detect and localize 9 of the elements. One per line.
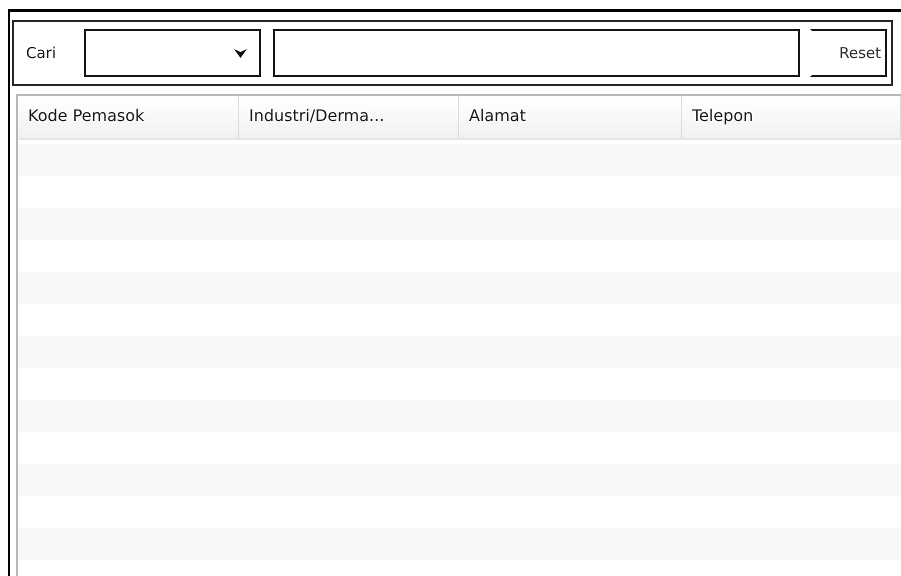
column-header[interactable]: Kode Pemasok [18, 96, 239, 138]
search-label: Cari [26, 44, 57, 62]
search-field[interactable] [273, 29, 800, 77]
column-header[interactable]: Telepon [682, 96, 901, 138]
column-header[interactable]: Industri/Derma... [239, 96, 459, 138]
column-header[interactable]: Alamat [459, 96, 682, 138]
reset-button[interactable]: Reset [810, 29, 887, 77]
chevron-down-icon [234, 48, 247, 58]
search-dropdown[interactable] [84, 29, 261, 77]
